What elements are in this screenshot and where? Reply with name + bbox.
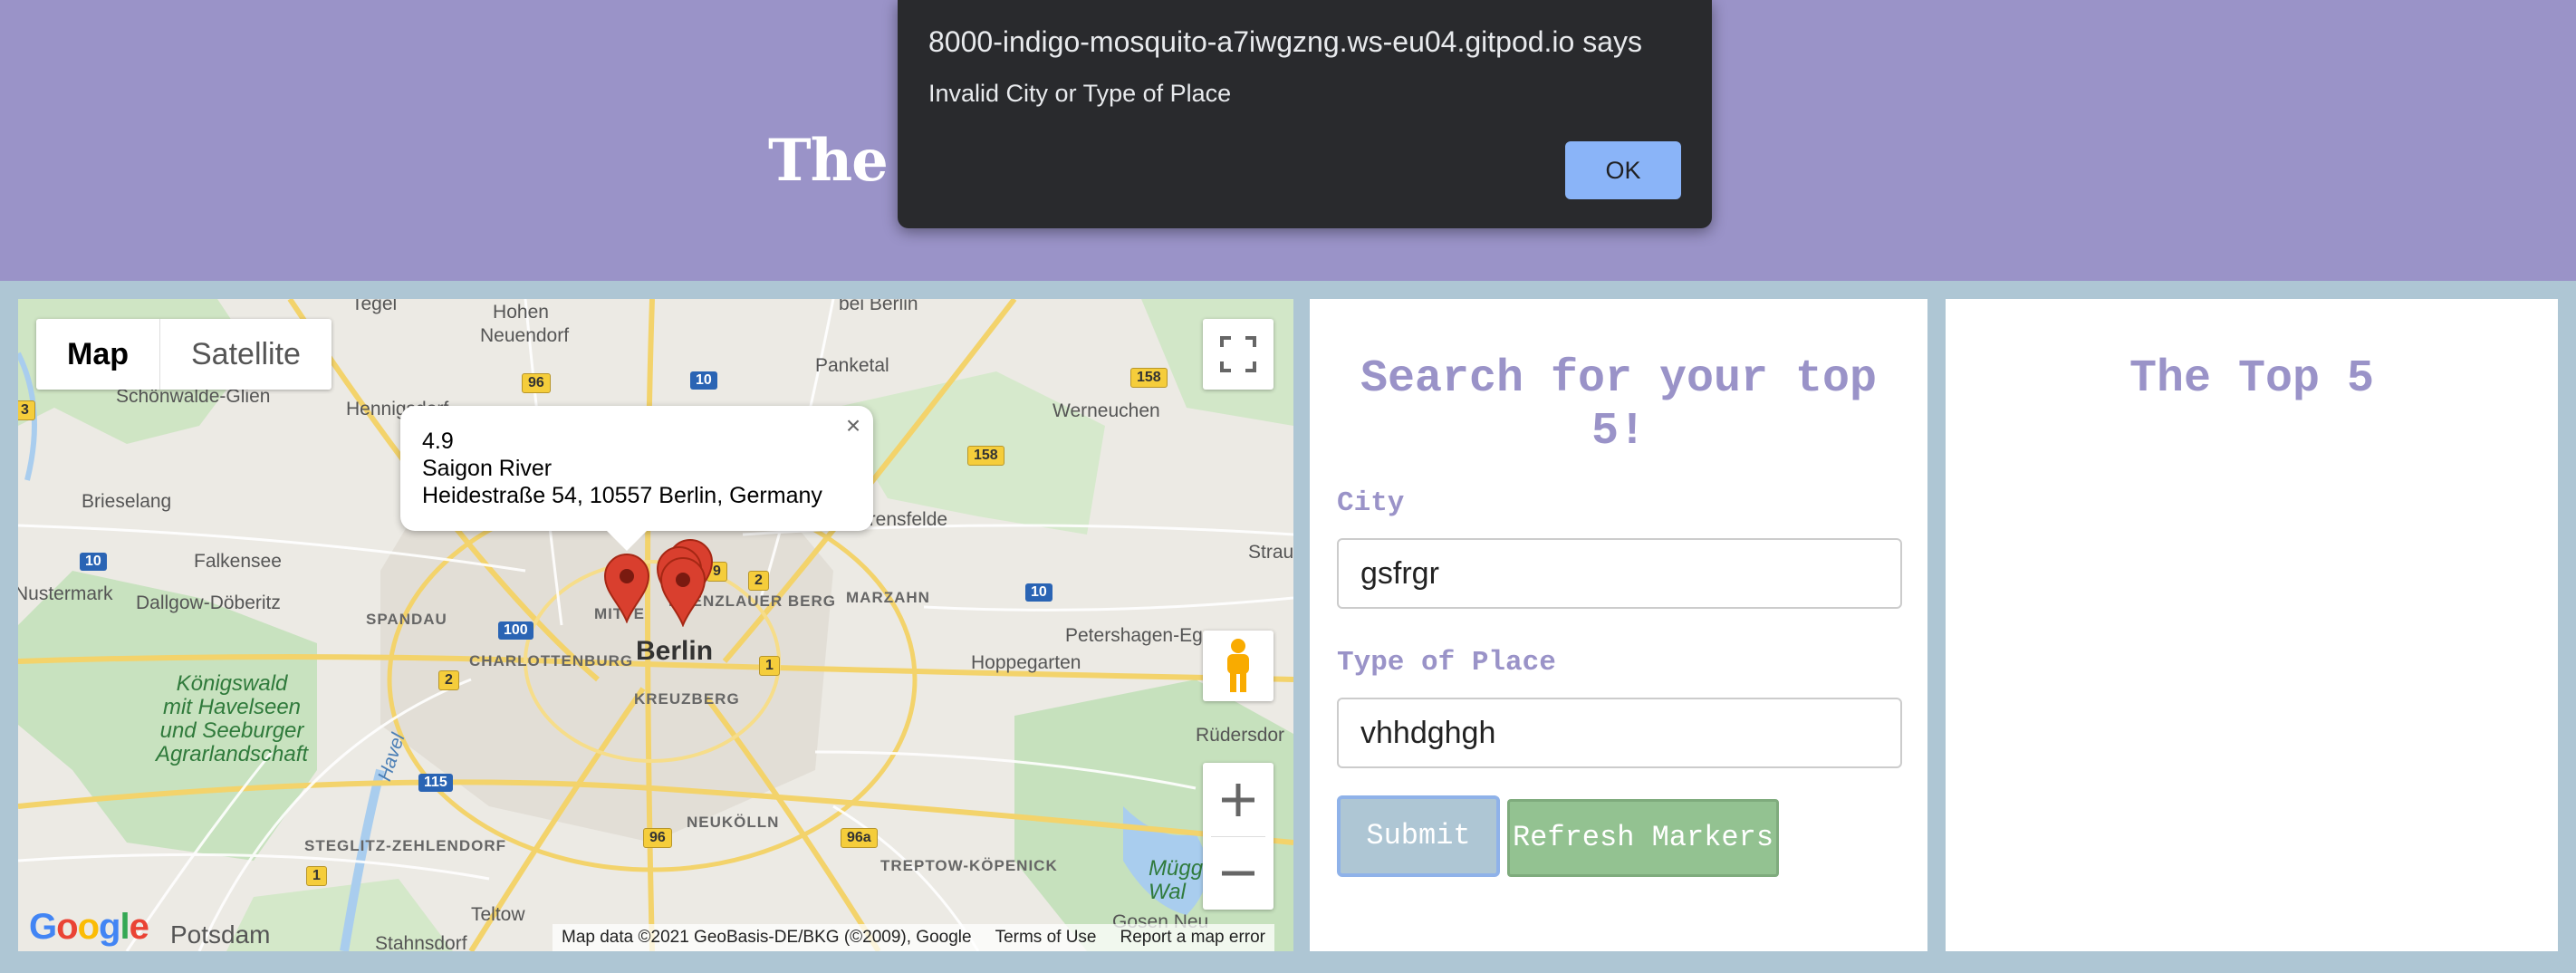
fullscreen-button[interactable]: [1203, 319, 1274, 390]
map-label: Dallgow-Döberitz: [136, 592, 281, 613]
route-shield: 10: [80, 553, 107, 571]
route-shield: 2: [438, 670, 459, 690]
logo-letter: l: [120, 907, 130, 947]
map-label: Hoppegarten: [971, 652, 1081, 673]
logo-letter: G: [29, 907, 57, 947]
top5-heading: The Top 5: [2129, 353, 2375, 405]
route-shield: 3: [18, 400, 35, 420]
info-window: 4.9 Saigon River Heidestraße 54, 10557 B…: [400, 406, 873, 551]
alert-ok-button[interactable]: OK: [1565, 141, 1681, 199]
close-icon[interactable]: ×: [839, 411, 868, 440]
map-label: TREPTOW-KÖPENICK: [880, 857, 1058, 874]
fullscreen-icon: [1220, 336, 1256, 372]
logo-letter: e: [129, 907, 149, 947]
map-label: Brieselang: [82, 491, 172, 512]
type-of-place-input[interactable]: vhhdghgh: [1337, 698, 1902, 768]
route-shield: 96a: [841, 828, 878, 848]
search-panel: Search for your top 5! City gsfrgr Type …: [1310, 299, 1927, 951]
city-label: City: [1337, 487, 1405, 519]
map-label: CHARLOTTENBURG: [469, 652, 634, 670]
street-view-button[interactable]: [1203, 631, 1274, 701]
alert-message: Invalid City or Type of Place: [928, 80, 1232, 107]
route-shield: 158: [967, 446, 1004, 466]
logo-letter: o: [77, 907, 100, 947]
map-label: Potsdam: [170, 920, 271, 949]
map-label: Strau: [1248, 542, 1293, 563]
report-error-link[interactable]: Report a map error: [1120, 928, 1266, 948]
map-label: Petershagen-Eg: [1065, 625, 1203, 646]
route-shield: 10: [690, 371, 717, 390]
route-shield: 100: [498, 621, 533, 640]
map-label: Stahnsdorf: [375, 933, 467, 951]
route-shield: 1: [759, 656, 780, 676]
map-label: bei Berlin: [839, 299, 918, 314]
place-marker[interactable]: [603, 553, 650, 623]
logo-letter: g: [99, 907, 120, 947]
map-data-credit[interactable]: Map data ©2021 GeoBasis-DE/BKG (©2009), …: [562, 928, 972, 948]
map-type-satellite-button[interactable]: Satellite: [160, 319, 332, 390]
search-heading: Search for your top 5!: [1360, 353, 1878, 458]
map-label: Teltow: [471, 904, 525, 925]
minus-icon: [1222, 871, 1254, 875]
map-type-map-button[interactable]: Map: [36, 319, 160, 390]
map-label: KREUZBERG: [634, 690, 740, 708]
alert-title: 8000-indigo-mosquito-a7iwgzng.ws-eu04.gi…: [928, 25, 1643, 58]
logo-letter: o: [56, 907, 78, 947]
map-type-control: Map Satellite: [36, 319, 332, 390]
google-logo: Google: [29, 907, 149, 948]
map-label: MARZAHN: [846, 589, 930, 606]
zoom-in-button[interactable]: [1203, 764, 1274, 836]
map-label: Hohen Neuendorf: [480, 302, 570, 346]
map-label-berlin: Berlin: [636, 636, 714, 666]
route-shield: 2: [748, 571, 769, 591]
route-shield: 10: [1025, 583, 1053, 602]
map-label: STEGLITZ-ZEHLENDORF: [304, 837, 506, 854]
alert-dialog: 8000-indigo-mosquito-a7iwgzng.ws-eu04.gi…: [898, 0, 1712, 228]
map-label: Tegel: [351, 299, 398, 314]
top5-panel: The Top 5: [1946, 299, 2558, 951]
info-rating: 4.9: [422, 429, 454, 454]
map-label: SPANDAU: [366, 611, 447, 628]
submit-button[interactable]: Submit: [1337, 795, 1500, 877]
pegman-icon: [1227, 639, 1249, 692]
map-attribution: Map data ©2021 GeoBasis-DE/BKG (©2009), …: [553, 924, 1275, 951]
city-input[interactable]: gsfrgr: [1337, 538, 1902, 609]
terms-link[interactable]: Terms of Use: [995, 928, 1097, 948]
page: The A Tegel Hohen Neuendorf bei Berlin P…: [0, 0, 2576, 973]
map[interactable]: Tegel Hohen Neuendorf bei Berlin Panketa…: [18, 299, 1293, 951]
info-place-name: Saigon River: [422, 456, 553, 481]
map-label: Nustermark: [18, 583, 113, 604]
route-shield: 1: [306, 866, 327, 886]
route-shield: 96: [643, 828, 672, 848]
map-label: Rüdersdor: [1196, 725, 1285, 746]
route-shield: 115: [418, 774, 453, 792]
plus-icon: [1222, 783, 1254, 816]
map-label: NEUKÖLLN: [687, 814, 780, 831]
refresh-markers-button[interactable]: Refresh Markers: [1507, 799, 1779, 877]
route-shield: 96: [522, 373, 551, 393]
map-label: Königswald mit Havelseen und Seeburger A…: [155, 671, 309, 766]
zoom-control: [1203, 763, 1274, 910]
map-label: Werneuchen: [1053, 400, 1160, 421]
route-shield: 158: [1130, 368, 1168, 388]
zoom-out-button[interactable]: [1203, 837, 1274, 910]
map-label: Falkensee: [194, 551, 282, 572]
map-label: Panketal: [815, 355, 889, 376]
type-of-place-label: Type of Place: [1337, 647, 1556, 679]
place-marker[interactable]: [659, 556, 706, 627]
info-address: Heidestraße 54, 10557 Berlin, Germany: [422, 483, 822, 508]
